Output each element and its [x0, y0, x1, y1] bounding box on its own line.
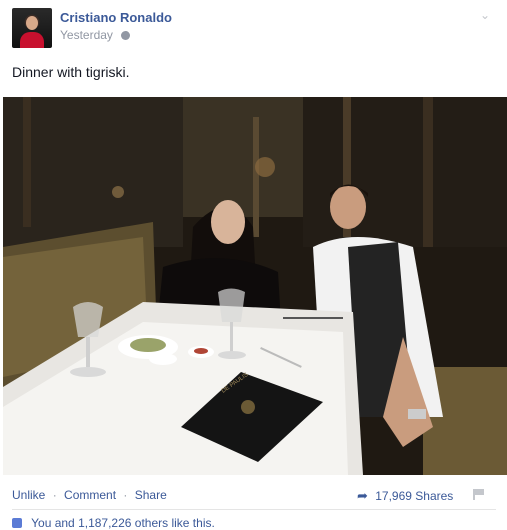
chevron-down-icon[interactable]: ⌄ — [478, 8, 492, 22]
facebook-post: Cristiano Ronaldo Yesterday ⌄ Dinner wit… — [0, 0, 507, 530]
post-text: Dinner with tigriski. — [12, 64, 130, 80]
post-actions: Unlike · Comment · Share — [12, 488, 167, 502]
share-arrow-icon: ➦ — [357, 488, 368, 503]
restaurant-photo: DE PAULIS — [3, 97, 507, 475]
author-name[interactable]: Cristiano Ronaldo — [60, 10, 172, 25]
shares-count-label: 17,969 Shares — [375, 489, 454, 503]
separator: · — [123, 488, 128, 502]
like-icon — [12, 518, 22, 528]
separator: · — [52, 488, 57, 502]
likes-summary[interactable]: You and 1,187,226 others like this. — [12, 516, 215, 530]
globe-icon — [121, 31, 131, 40]
avatar-face — [26, 16, 38, 30]
post-meta: Yesterday — [60, 28, 131, 42]
unlike-link[interactable]: Unlike — [12, 488, 45, 502]
post-header: Cristiano Ronaldo Yesterday ⌄ — [12, 8, 492, 48]
share-link[interactable]: Share — [135, 488, 167, 502]
post-timestamp[interactable]: Yesterday — [60, 28, 113, 42]
shares-count[interactable]: ➦ 17,969 Shares — [357, 488, 453, 504]
avatar-shirt — [20, 32, 44, 48]
comment-link[interactable]: Comment — [64, 488, 116, 502]
avatar[interactable] — [12, 8, 52, 48]
divider — [12, 509, 496, 510]
likes-summary-label: You and 1,187,226 others like this. — [31, 516, 215, 530]
flag-icon[interactable] — [473, 489, 485, 500]
post-photo[interactable]: DE PAULIS — [3, 97, 507, 475]
